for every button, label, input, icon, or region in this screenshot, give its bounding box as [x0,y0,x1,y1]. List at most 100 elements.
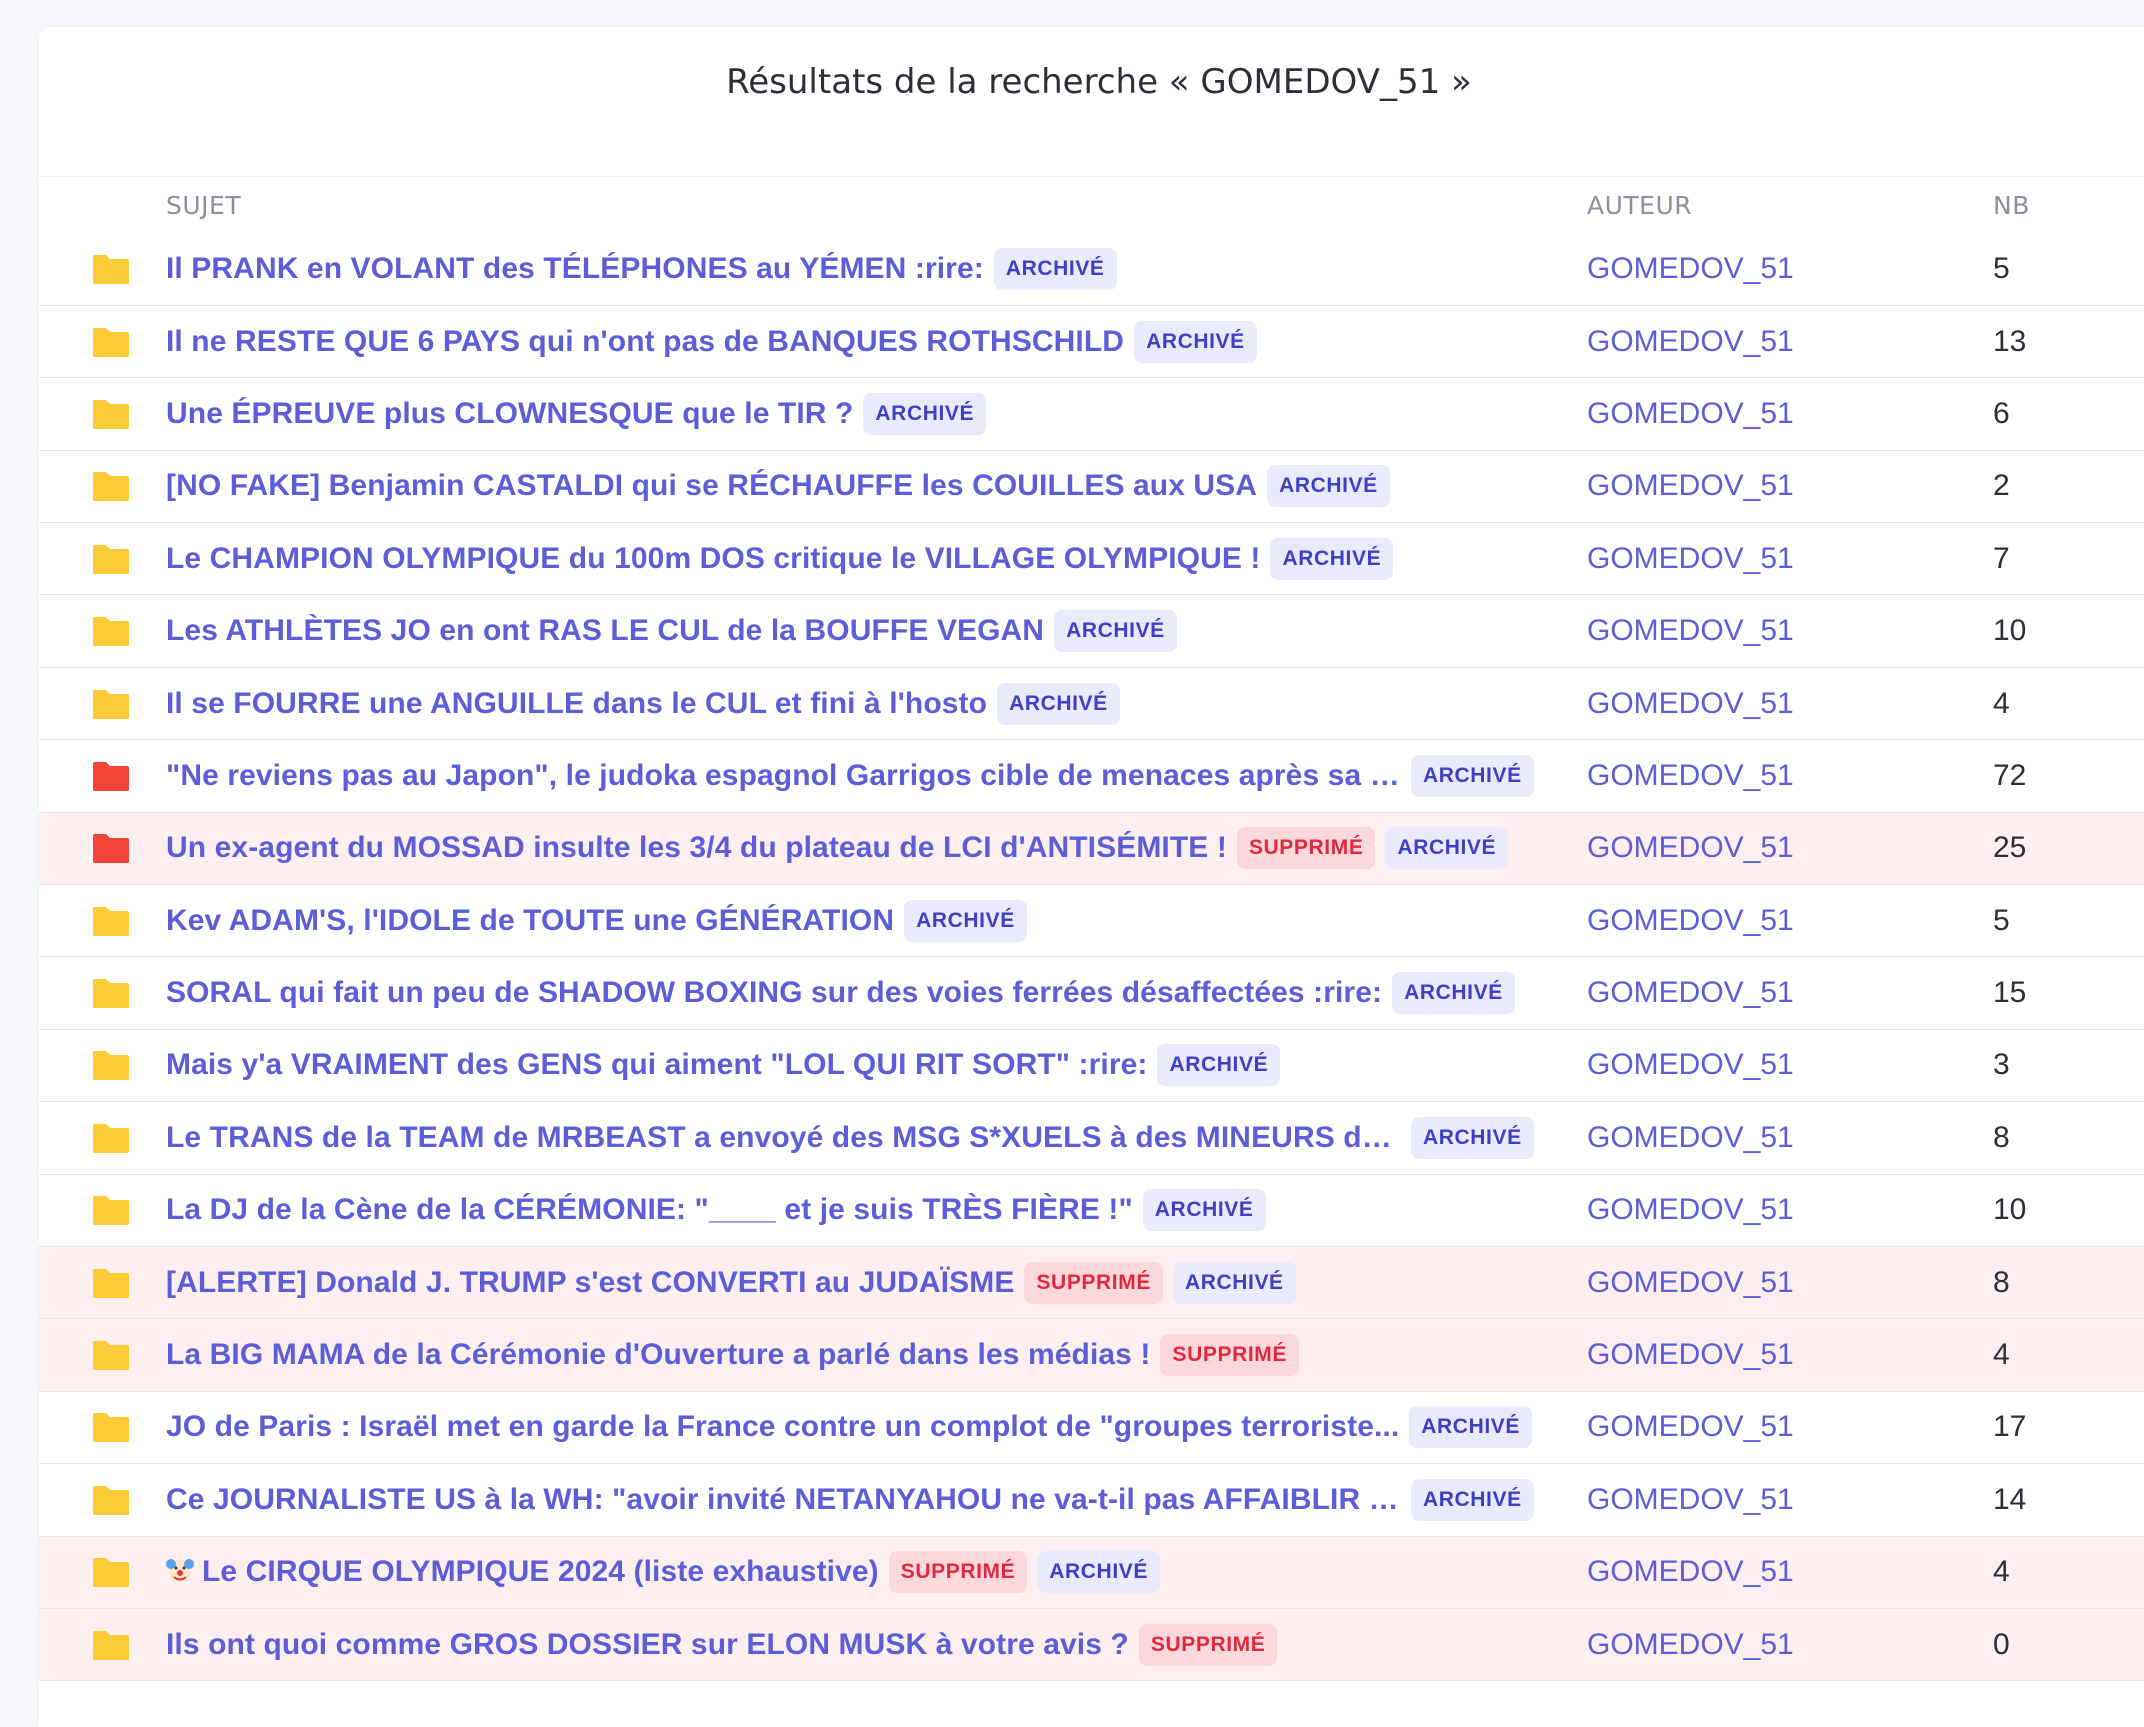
topic-link[interactable]: "Ne reviens pas au Japon", le judoka esp… [166,759,1401,793]
author-link[interactable]: GOMEDOV_51 [1587,687,1794,720]
topic-link[interactable]: Les ATHLÈTES JO en ont RAS LE CUL de la … [166,614,1044,648]
author-link[interactable]: GOMEDOV_51 [1587,1266,1794,1299]
table-row[interactable]: Ce JOURNALISTE US à la WH: "avoir invité… [39,1464,2144,1537]
yellow-folder-icon [93,254,129,284]
author-link[interactable]: GOMEDOV_51 [1587,759,1794,792]
table-row[interactable]: [ALERTE] Donald J. TRUMP s'est CONVERTI … [39,1246,2144,1319]
author-link[interactable]: GOMEDOV_51 [1587,1193,1794,1226]
author-cell: GOMEDOV_51 [1587,1319,1993,1391]
table-row[interactable]: Ils ont quoi comme GROS DOSSIER sur ELON… [39,1608,2144,1681]
archived-badge: ARCHIVÉ [1142,1189,1266,1232]
subject-wrapper: Le TRANS de la TEAM de MRBEAST a envoyé … [166,1116,1587,1159]
topic-link[interactable]: [NO FAKE] Benjamin CASTALDI qui se RÉCHA… [166,469,1257,503]
topic-link[interactable]: Ils ont quoi comme GROS DOSSIER sur ELON… [166,1628,1129,1662]
reply-count: 25 [1993,831,2027,865]
topic-link[interactable]: Kev ADAM'S, l'IDOLE de TOUTE une GÉNÉRAT… [166,904,894,938]
table-row[interactable]: Il se FOURRE une ANGUILLE dans le CUL et… [39,667,2144,740]
reply-count: 10 [1993,614,2027,648]
archived-badge: ARCHIVÉ [1411,1478,1534,1521]
author-link[interactable]: GOMEDOV_51 [1587,904,1794,937]
subject-wrapper: Il ne RESTE QUE 6 PAYS qui n'ont pas de … [166,320,1587,363]
topic-link[interactable]: Une ÉPREUVE plus CLOWNESQUE que le TIR ? [166,397,853,431]
author-link[interactable]: GOMEDOV_51 [1587,1048,1794,1081]
author-link[interactable]: GOMEDOV_51 [1587,469,1794,502]
author-link[interactable]: GOMEDOV_51 [1587,614,1794,647]
topic-link[interactable]: Il ne RESTE QUE 6 PAYS qui n'ont pas de … [166,325,1124,359]
table-row[interactable]: Il PRANK en VOLANT des TÉLÉPHONES au YÉM… [39,233,2144,306]
topic-link[interactable]: Ce JOURNALISTE US à la WH: "avoir invité… [166,1483,1401,1517]
author-link[interactable]: GOMEDOV_51 [1587,976,1794,1009]
table-row[interactable]: Il ne RESTE QUE 6 PAYS qui n'ont pas de … [39,305,2144,378]
row-icon-cell [39,1391,166,1463]
subject-wrapper: Une ÉPREUVE plus CLOWNESQUE que le TIR ?… [166,392,1587,435]
author-cell: GOMEDOV_51 [1587,1464,1993,1536]
yellow-folder-icon [93,617,129,647]
author-cell: GOMEDOV_51 [1587,1536,1993,1608]
author-link[interactable]: GOMEDOV_51 [1587,1628,1794,1661]
table-row[interactable]: La BIG MAMA de la Cérémonie d'Ouverture … [39,1318,2144,1392]
author-link[interactable]: GOMEDOV_51 [1587,1410,1794,1443]
topic-link[interactable]: Le TRANS de la TEAM de MRBEAST a envoyé … [166,1121,1401,1155]
author-cell: GOMEDOV_51 [1587,1174,1993,1246]
archived-badge: ARCHIVÉ [1411,754,1534,797]
topic-link[interactable]: Il se FOURRE une ANGUILLE dans le CUL et… [166,687,987,721]
deleted-badge: SUPPRIMÉ [1236,827,1376,870]
row-icon-cell [39,957,166,1029]
table-row[interactable]: Le CHAMPION OLYMPIQUE du 100m DOS critiq… [39,523,2144,595]
topic-link[interactable]: [ALERTE] Donald J. TRUMP s'est CONVERTI … [166,1266,1014,1300]
author-cell: GOMEDOV_51 [1587,305,1993,377]
table-row[interactable]: SORAL qui fait un peu de SHADOW BOXING s… [39,957,2144,1030]
author-cell: GOMEDOV_51 [1587,595,1993,667]
author-cell: GOMEDOV_51 [1587,740,1993,812]
row-icon-cell [39,667,166,739]
reply-count: 10 [1993,1193,2027,1227]
author-link[interactable]: GOMEDOV_51 [1587,542,1794,575]
topic-link[interactable]: Le CHAMPION OLYMPIQUE du 100m DOS critiq… [166,542,1260,576]
topic-link[interactable]: Il PRANK en VOLANT des TÉLÉPHONES au YÉM… [166,252,984,286]
author-link[interactable]: GOMEDOV_51 [1587,252,1794,285]
row-icon-cell [39,1174,166,1246]
topic-link[interactable]: SORAL qui fait un peu de SHADOW BOXING s… [166,976,1382,1010]
table-row[interactable]: [NO FAKE] Benjamin CASTALDI qui se RÉCHA… [39,450,2144,523]
row-icon-cell [39,1464,166,1536]
table-row[interactable]: Les ATHLÈTES JO en ont RAS LE CUL de la … [39,595,2144,668]
author-link[interactable]: GOMEDOV_51 [1587,1121,1794,1154]
table-row[interactable]: JO de Paris : Israël met en garde la Fra… [39,1391,2144,1464]
yellow-folder-icon [93,1413,129,1443]
author-link[interactable]: GOMEDOV_51 [1587,1338,1794,1371]
row-icon-cell [39,1608,166,1680]
row-icon-cell [39,1029,166,1101]
topic-link[interactable]: Un ex-agent du MOSSAD insulte les 3/4 du… [166,831,1227,865]
author-link[interactable]: GOMEDOV_51 [1587,1555,1794,1588]
subject-cell: Il se FOURRE une ANGUILLE dans le CUL et… [166,667,1587,739]
table-row[interactable]: Le TRANS de la TEAM de MRBEAST a envoyé … [39,1102,2144,1175]
subject-cell: Il PRANK en VOLANT des TÉLÉPHONES au YÉM… [166,233,1587,305]
topic-link[interactable]: JO de Paris : Israël met en garde la Fra… [166,1410,1399,1444]
subject-cell: Mais y'a VRAIMENT des GENS qui aiment "L… [166,1029,1587,1101]
table-row[interactable]: La DJ de la Cène de la CÉRÉMONIE: "____ … [39,1174,2144,1247]
table-row[interactable]: Kev ADAM'S, l'IDOLE de TOUTE une GÉNÉRAT… [39,885,2144,957]
archived-badge: ARCHIVÉ [1037,1551,1160,1594]
topic-link[interactable]: La DJ de la Cène de la CÉRÉMONIE: "____ … [166,1193,1133,1227]
row-icon-cell [39,450,166,522]
topic-link[interactable]: Le CIRQUE OLYMPIQUE 2024 (liste exhausti… [202,1555,879,1589]
author-cell: GOMEDOV_51 [1587,233,1993,305]
author-link[interactable]: GOMEDOV_51 [1587,831,1794,864]
topic-link[interactable]: La BIG MAMA de la Cérémonie d'Ouverture … [166,1338,1150,1372]
table-row[interactable]: Mais y'a VRAIMENT des GENS qui aiment "L… [39,1029,2144,1102]
table-row[interactable]: "Ne reviens pas au Japon", le judoka esp… [39,740,2144,813]
table-row[interactable]: Une ÉPREUVE plus CLOWNESQUE que le TIR ?… [39,378,2144,451]
icon-column-header [39,177,166,233]
subject-wrapper: Mais y'a VRAIMENT des GENS qui aiment "L… [166,1044,1587,1087]
search-results-card: Résultats de la recherche « GOMEDOV_51 »… [39,27,2144,1727]
author-link[interactable]: GOMEDOV_51 [1587,1483,1794,1516]
topic-link[interactable]: Mais y'a VRAIMENT des GENS qui aiment "L… [166,1048,1147,1082]
row-icon-cell [39,233,166,305]
author-link[interactable]: GOMEDOV_51 [1587,397,1794,430]
table-row[interactable]: Le CIRQUE OLYMPIQUE 2024 (liste exhausti… [39,1536,2144,1609]
table-row[interactable]: Un ex-agent du MOSSAD insulte les 3/4 du… [39,812,2144,885]
reply-count: 0 [1993,1627,2010,1661]
reply-count: 8 [1993,1120,2010,1154]
author-link[interactable]: GOMEDOV_51 [1587,325,1794,358]
subject-cell: [ALERTE] Donald J. TRUMP s'est CONVERTI … [166,1246,1587,1318]
